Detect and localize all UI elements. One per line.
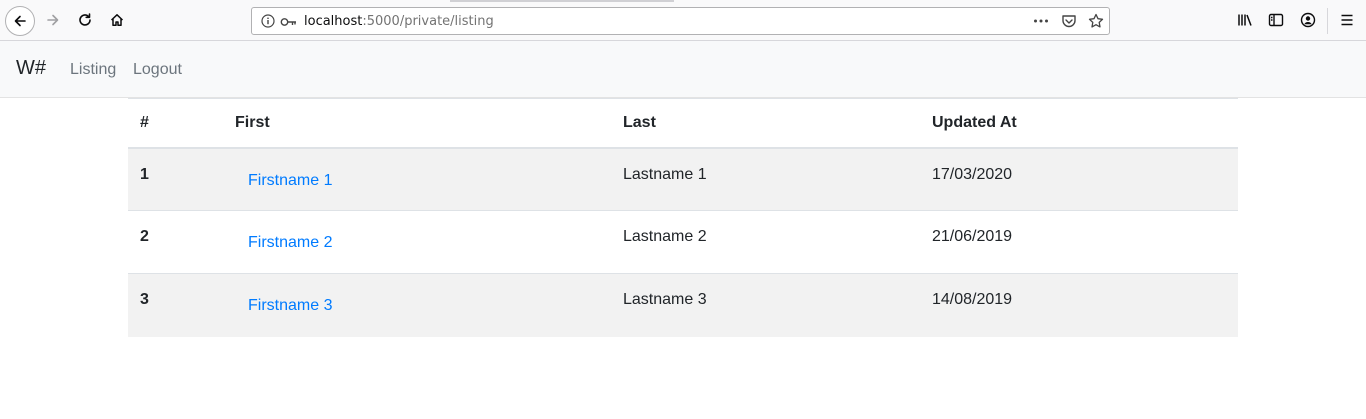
menu-button[interactable] [1333,6,1361,34]
header-first: First [223,98,611,149]
pocket-icon[interactable] [1061,13,1077,34]
cell-last: Lastname 3 [611,273,920,337]
reload-button[interactable] [71,6,99,34]
info-icon[interactable] [261,14,275,33]
url-bar[interactable]: localhost:5000/private/listing [251,7,1110,35]
table-row: 2 Firstname 2 Lastname 2 21/06/2019 [128,210,1238,274]
toolbar-divider [1327,8,1328,34]
cell-updated: 14/08/2019 [920,273,1238,337]
cell-updated: 17/03/2020 [920,147,1238,211]
library-icon [1237,12,1253,28]
listing-table-container: # First Last Updated At 1 Firstname 1 La… [128,98,1238,337]
table-row: 1 Firstname 1 Lastname 1 17/03/2020 [128,147,1238,211]
home-button[interactable] [103,6,131,34]
bookmark-star-icon[interactable] [1088,13,1104,34]
browser-toolbar: localhost:5000/private/listing [0,0,1366,41]
key-icon[interactable] [280,15,297,33]
brand[interactable]: W# [16,57,46,80]
page-actions-icon[interactable] [1033,14,1049,33]
url-host: localhost [304,14,363,29]
header-id: # [128,98,223,149]
sidebar-button[interactable] [1262,6,1290,34]
library-button[interactable] [1231,6,1259,34]
header-updated-at: Updated At [920,98,1238,149]
sidebar-icon [1268,12,1284,28]
nav-link-listing[interactable]: Listing [70,61,116,79]
cell-id: 2 [128,210,223,274]
cell-first: Firstname 1 [223,147,611,211]
back-arrow-icon [12,13,28,29]
reload-icon [77,12,93,28]
hamburger-menu-icon [1339,12,1355,28]
firstname-link[interactable]: Firstname 2 [235,227,345,252]
cell-first: Firstname 2 [223,210,611,274]
cell-first: Firstname 3 [223,273,611,337]
tab-strip-hint [450,0,674,2]
cell-updated: 21/06/2019 [920,210,1238,274]
forward-button[interactable] [39,6,67,34]
url-text[interactable]: localhost:5000/private/listing [304,14,494,29]
navbar: W# Listing Logout [0,41,1366,98]
firstname-link[interactable]: Firstname 3 [235,290,345,315]
cell-id: 1 [128,147,223,211]
account-button[interactable] [1294,6,1322,34]
table-row: 3 Firstname 3 Lastname 3 14/08/2019 [128,273,1238,337]
firstname-link[interactable]: Firstname 1 [235,165,345,190]
forward-arrow-icon [45,12,61,28]
account-icon [1300,12,1316,28]
home-icon [109,12,125,28]
header-last: Last [611,98,920,149]
back-button[interactable] [5,6,35,36]
url-path: :5000/private/listing [362,14,494,29]
listing-table: # First Last Updated At 1 Firstname 1 La… [128,98,1238,337]
nav-link-logout[interactable]: Logout [133,61,182,79]
cell-last: Lastname 2 [611,210,920,274]
cell-last: Lastname 1 [611,147,920,211]
cell-id: 3 [128,273,223,337]
table-header-row: # First Last Updated At [128,98,1238,149]
